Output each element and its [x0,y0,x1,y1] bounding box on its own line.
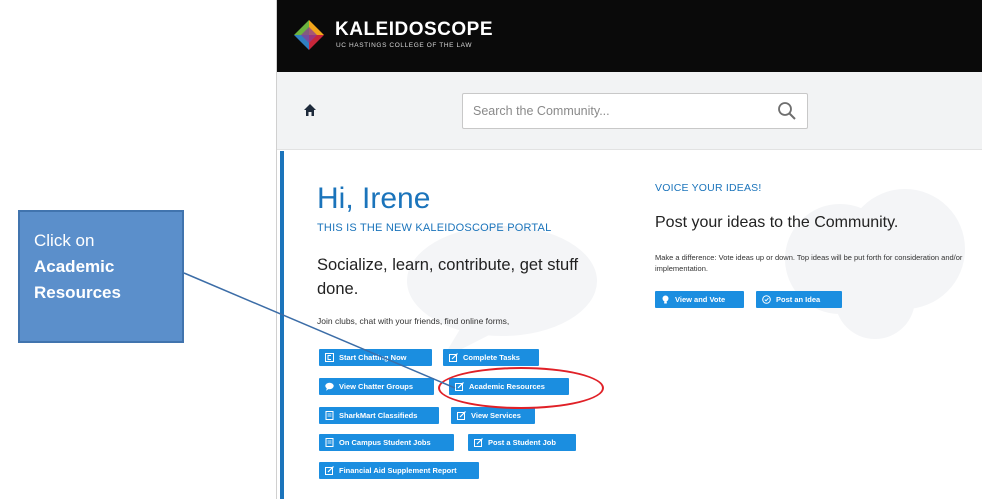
document-icon [325,438,334,447]
button-label: View and Vote [675,295,726,304]
complete-tasks-button[interactable]: Complete Tasks [443,349,539,366]
accent-rule [280,151,284,499]
edit-icon [325,466,334,475]
brand-subtitle: UC HASTINGS COLLEGE OF THE LAW [336,42,473,49]
button-label: Academic Resources [469,382,545,391]
sharkmart-classifieds-button[interactable]: SharkMart Classifieds [319,407,439,424]
speech-bubble-icon [325,382,334,391]
button-label: On Campus Student Jobs [339,438,431,447]
tagline: Socialize, learn, contribute, get stuff … [317,256,579,298]
post-an-idea-button[interactable]: Post an Idea [756,291,842,308]
post-student-job-button[interactable]: Post a Student Job [468,434,576,451]
button-label: Post an Idea [776,295,821,304]
button-label: Complete Tasks [463,353,520,362]
tutorial-screenshot: Click on Academic Resources KALEIDOSCOPE… [0,0,982,499]
portal-subtitle: THIS IS THE NEW KALEIDOSCOPE PORTAL [317,222,552,234]
financial-aid-report-button[interactable]: Financial Aid Supplement Report [319,462,479,479]
ideas-description: Make a difference: Vote ideas up or down… [655,253,963,273]
top-header-bar: KALEIDOSCOPE UC HASTINGS COLLEGE OF THE … [277,0,982,72]
start-chatting-button[interactable]: Start Chatting Now [319,349,432,366]
academic-resources-button[interactable]: Academic Resources [449,378,569,395]
ideas-heading: VOICE YOUR IDEAS! [655,182,762,194]
ideas-title: Post your ideas to the Community. [655,214,899,231]
intro-text: Join clubs, chat with your friends, find… [317,316,510,326]
edit-icon [457,411,466,420]
search-input[interactable] [473,104,777,118]
button-label: View Chatter Groups [339,382,414,391]
callout-text-line3: Resources [34,283,121,302]
search-icon[interactable] [777,101,797,121]
button-label: Financial Aid Supplement Report [339,466,457,475]
button-label: View Services [471,411,521,420]
callout-text-line1: Click on [34,231,95,250]
button-label: Start Chatting Now [339,353,407,362]
edit-icon [474,438,483,447]
home-content: Hi, Irene THIS IS THE NEW KALEIDOSCOPE P… [277,151,982,499]
edit-icon [455,382,464,391]
brand-name: KALEIDOSCOPE [335,19,494,40]
idea-badge-icon [762,295,771,304]
view-services-button[interactable]: View Services [451,407,535,424]
instruction-callout: Click on Academic Resources [18,210,184,343]
portal-window: KALEIDOSCOPE UC HASTINGS COLLEGE OF THE … [276,0,982,499]
search-box[interactable] [462,93,808,129]
view-chatter-groups-button[interactable]: View Chatter Groups [319,378,434,395]
button-label: Post a Student Job [488,438,556,447]
lightbulb-icon [662,295,669,304]
home-icon[interactable] [303,103,317,117]
search-bar [277,72,982,150]
on-campus-student-jobs-button[interactable]: On Campus Student Jobs [319,434,454,451]
view-and-vote-button[interactable]: View and Vote [655,291,744,308]
chat-icon [325,353,334,362]
callout-text-line2: Academic [34,257,115,276]
kaleidoscope-logo-icon [294,20,324,50]
button-label: SharkMart Classifieds [339,411,418,420]
greeting-heading: Hi, Irene [317,182,431,215]
document-icon [325,411,334,420]
edit-icon [449,353,458,362]
